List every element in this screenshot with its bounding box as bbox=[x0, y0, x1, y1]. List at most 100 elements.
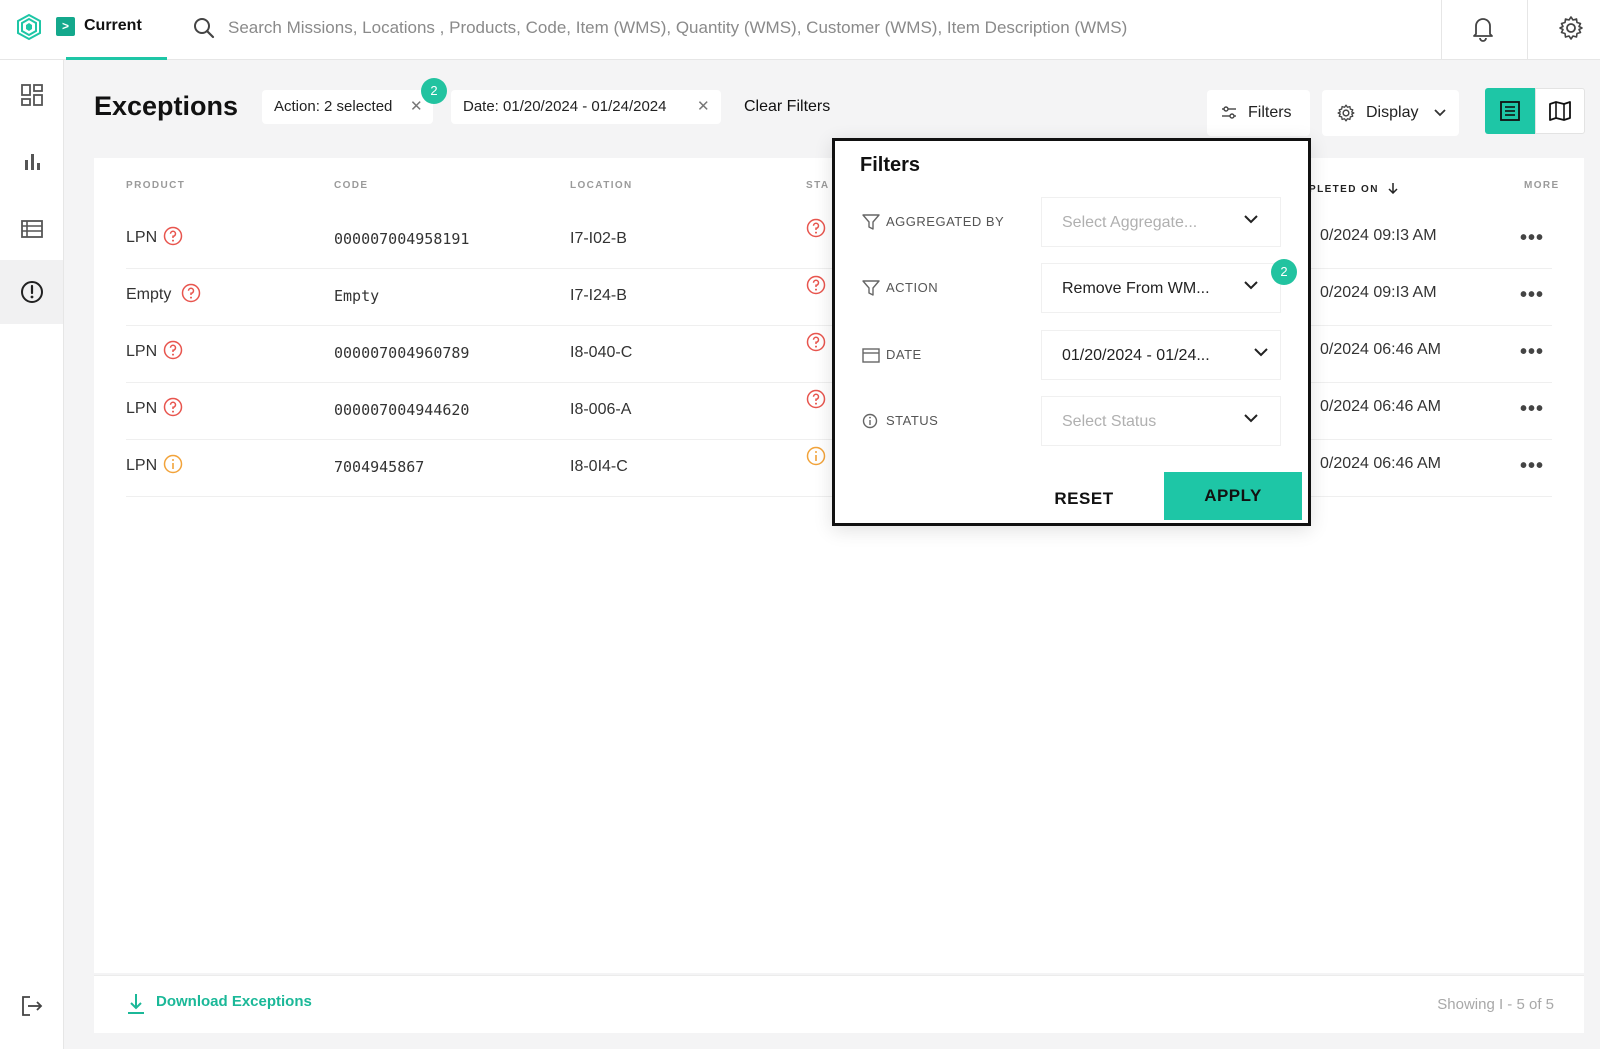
cell-product: LPN bbox=[126, 400, 158, 417]
status-label-text: STATUS bbox=[886, 413, 939, 428]
aggregated-by-label-text: AGGREGATED BY bbox=[886, 214, 1005, 229]
grid-icon bbox=[20, 84, 43, 106]
more-actions-icon[interactable]: ••• bbox=[1520, 398, 1544, 421]
column-header-completed-on-label: PLETED ON bbox=[1309, 184, 1379, 195]
chevron-right-icon: > bbox=[56, 17, 75, 36]
cell-completed-on: 0/2024 06:46 AM bbox=[1320, 341, 1441, 358]
chevron-down-icon bbox=[1254, 348, 1268, 357]
more-actions-icon[interactable]: ••• bbox=[1520, 455, 1544, 478]
aggregated-by-label: AGGREGATED BY bbox=[862, 214, 1005, 230]
action-count-badge: 2 bbox=[1271, 259, 1297, 285]
count-badge: 2 bbox=[421, 78, 447, 104]
status-question-icon[interactable] bbox=[806, 218, 826, 238]
sidebar-item-dashboard[interactable] bbox=[0, 63, 63, 127]
status-label: STATUS bbox=[862, 413, 939, 429]
tab-current-label: Current bbox=[84, 17, 142, 34]
question-icon[interactable] bbox=[163, 340, 183, 360]
status-question-icon[interactable] bbox=[806, 332, 826, 352]
chevron-down-icon bbox=[1244, 281, 1258, 290]
bar-chart-icon bbox=[24, 154, 40, 170]
pagination-summary: Showing I - 5 of 5 bbox=[1437, 996, 1554, 1013]
filter-chip-date-label: Date: 01/20/2024 - 01/24/2024 bbox=[463, 98, 667, 115]
filter-chip-date[interactable]: Date: 01/20/2024 - 01/24/2024 ✕ bbox=[451, 90, 721, 124]
filters-popup: Filters AGGREGATED BY Select Aggregate..… bbox=[832, 138, 1311, 526]
cell-location: I7-I24-B bbox=[570, 287, 627, 304]
column-header-product[interactable]: PRODUCT bbox=[126, 180, 185, 191]
date-label-text: DATE bbox=[886, 347, 922, 362]
more-actions-icon[interactable]: ••• bbox=[1520, 284, 1544, 307]
cell-product: Empty bbox=[126, 286, 172, 303]
column-header-status[interactable]: STA bbox=[806, 180, 829, 191]
cell-code: 000007004958191 bbox=[334, 230, 470, 248]
action-label: ACTION bbox=[862, 280, 939, 296]
action-label-text: ACTION bbox=[886, 280, 939, 295]
display-button-label: Display bbox=[1366, 104, 1419, 121]
column-header-completed-on[interactable]: PLETED ON bbox=[1309, 180, 1398, 195]
cell-location: I8-040-C bbox=[570, 344, 633, 361]
download-icon bbox=[128, 994, 144, 1014]
bell-icon[interactable] bbox=[1470, 14, 1496, 42]
more-actions-icon[interactable]: ••• bbox=[1520, 227, 1544, 250]
cell-product: LPN bbox=[126, 229, 158, 246]
logout-icon bbox=[21, 996, 42, 1016]
gear-icon[interactable] bbox=[1557, 14, 1585, 42]
apply-button[interactable]: APPLY bbox=[1164, 472, 1302, 520]
download-exceptions-link[interactable]: Download Exceptions bbox=[126, 993, 312, 1014]
status-question-icon[interactable] bbox=[806, 389, 826, 409]
map-icon bbox=[1549, 101, 1571, 121]
page-title: Exceptions bbox=[94, 91, 239, 121]
divider bbox=[1527, 0, 1528, 60]
alert-circle-icon bbox=[20, 281, 43, 303]
question-icon[interactable] bbox=[181, 283, 201, 303]
clear-filters-link[interactable]: Clear Filters bbox=[744, 98, 830, 116]
close-icon[interactable]: ✕ bbox=[697, 90, 710, 124]
tab-current[interactable]: > Current bbox=[56, 0, 167, 60]
search-input[interactable] bbox=[228, 13, 1388, 43]
column-header-location[interactable]: LOCATION bbox=[570, 180, 633, 191]
filters-popup-title: Filters bbox=[860, 154, 921, 176]
filters-button-label: Filters bbox=[1248, 104, 1292, 121]
gear-icon bbox=[1337, 104, 1355, 122]
cell-product: LPN bbox=[126, 343, 158, 360]
sliders-icon bbox=[1222, 106, 1236, 119]
cell-location: I8-006-A bbox=[570, 401, 632, 418]
display-button[interactable]: Display bbox=[1322, 90, 1459, 136]
status-info-icon[interactable] bbox=[806, 446, 826, 466]
action-select[interactable]: Remove From WM... bbox=[1041, 263, 1281, 313]
top-bar: > Current bbox=[0, 0, 1600, 60]
filter-chip-action[interactable]: Action: 2 selected ✕ bbox=[262, 90, 433, 124]
info-icon[interactable] bbox=[163, 454, 183, 474]
sidebar-logout[interactable] bbox=[0, 974, 63, 1038]
app-logo-icon[interactable] bbox=[14, 12, 44, 42]
cell-code: Empty bbox=[334, 287, 380, 305]
map-view-toggle[interactable] bbox=[1535, 88, 1585, 134]
cell-code: 000007004944620 bbox=[334, 401, 470, 419]
sidebar-item-list[interactable] bbox=[0, 197, 63, 261]
chevron-down-icon bbox=[1244, 215, 1258, 224]
calendar-icon bbox=[862, 348, 880, 363]
date-label: DATE bbox=[862, 347, 922, 363]
funnel-icon bbox=[862, 214, 880, 230]
status-select[interactable]: Select Status bbox=[1041, 396, 1281, 446]
cell-code: 7004945867 bbox=[334, 458, 425, 476]
status-value: Select Status bbox=[1062, 413, 1157, 430]
date-select[interactable]: 01/20/2024 - 01/24... bbox=[1041, 330, 1281, 380]
sidebar-item-exceptions[interactable] bbox=[0, 260, 63, 324]
question-icon[interactable] bbox=[163, 397, 183, 417]
cell-location: I7-I02-B bbox=[570, 230, 627, 247]
status-question-icon[interactable] bbox=[806, 275, 826, 295]
funnel-icon bbox=[862, 280, 880, 296]
search-icon bbox=[194, 18, 215, 39]
more-actions-icon[interactable]: ••• bbox=[1520, 341, 1544, 364]
cell-product: LPN bbox=[126, 457, 158, 474]
list-view-toggle[interactable] bbox=[1485, 88, 1535, 134]
aggregated-by-select[interactable]: Select Aggregate... bbox=[1041, 197, 1281, 247]
chevron-down-icon bbox=[1244, 414, 1258, 423]
aggregated-by-value: Select Aggregate... bbox=[1062, 214, 1198, 231]
sidebar-item-analytics[interactable] bbox=[0, 130, 63, 194]
question-icon[interactable] bbox=[163, 226, 183, 246]
column-header-code[interactable]: CODE bbox=[334, 180, 369, 191]
filters-button[interactable]: Filters bbox=[1207, 90, 1310, 136]
info-icon bbox=[862, 413, 878, 429]
reset-button[interactable]: RESET bbox=[1029, 475, 1139, 523]
